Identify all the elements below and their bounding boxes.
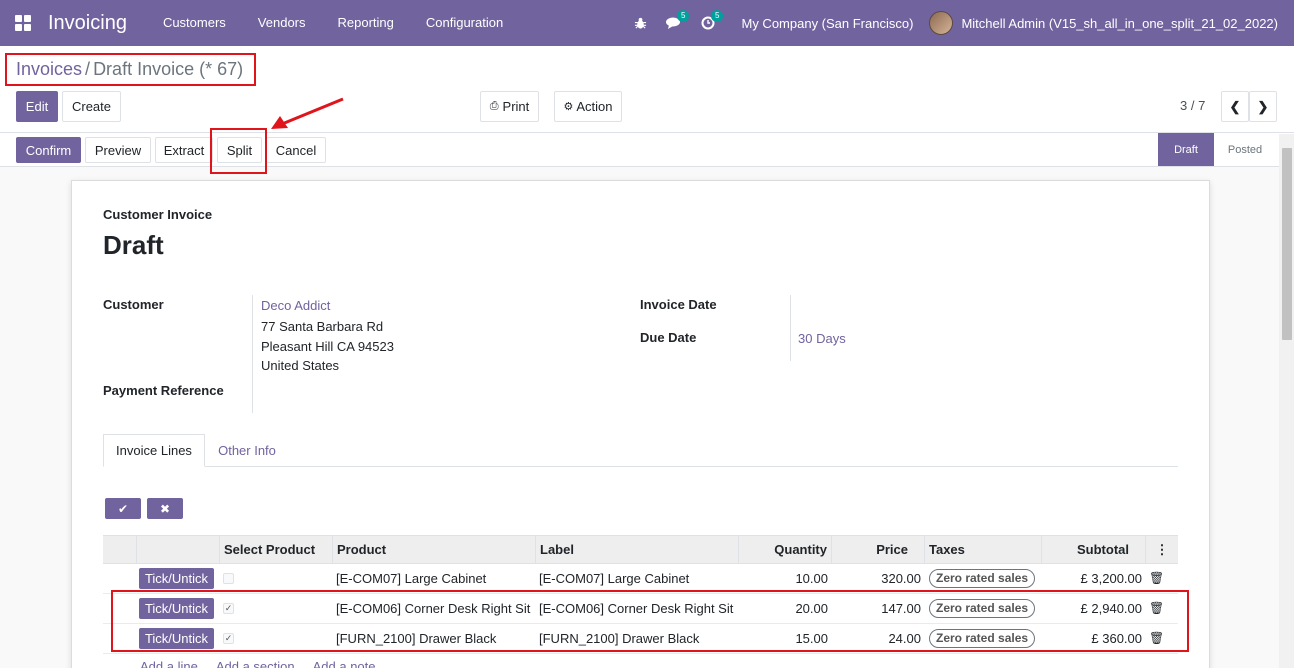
table-header: Select Product Product Label Quantity Pr… xyxy=(103,535,1178,564)
preview-button[interactable]: Preview xyxy=(85,137,151,163)
menu-customers[interactable]: Customers xyxy=(147,0,242,46)
due-date-value[interactable]: 30 Days xyxy=(798,331,846,346)
tab-other-info[interactable]: Other Info xyxy=(205,434,289,467)
print-icon: ⎙ xyxy=(489,100,499,112)
close-icon: ✖ xyxy=(159,501,171,516)
customer-address-line2: Pleasant Hill CA 94523 xyxy=(261,339,394,354)
messages-badge: 5 xyxy=(677,10,690,22)
invoice-title: Draft xyxy=(103,230,164,260)
add-links: Add a line Add a section Add a note xyxy=(140,659,394,668)
header-subtotal[interactable]: Subtotal xyxy=(1042,536,1146,564)
select-product-checkbox[interactable] xyxy=(223,573,234,584)
tick-untick-button[interactable]: Tick/Untick xyxy=(139,568,214,589)
clock-icon[interactable]: 5 xyxy=(691,0,725,46)
header-product[interactable]: Product xyxy=(333,536,536,564)
header-select-product[interactable]: Select Product xyxy=(220,536,333,564)
tax-tag[interactable]: Zero rated sales xyxy=(929,569,1036,588)
select-all-button[interactable]: ✔ xyxy=(105,498,141,519)
quantity-cell[interactable]: 10.00 xyxy=(739,564,828,593)
tab-invoice-lines[interactable]: Invoice Lines xyxy=(103,434,205,467)
header-tick xyxy=(137,536,220,564)
chevron-right-icon: ❯ xyxy=(1257,98,1269,114)
bug-icon[interactable] xyxy=(623,0,657,46)
field-divider xyxy=(252,295,253,413)
menu-reporting[interactable]: Reporting xyxy=(322,0,410,46)
user-menu[interactable]: Mitchell Admin (V15_sh_all_in_one_split_… xyxy=(961,16,1294,31)
chat-icon[interactable]: 5 xyxy=(657,0,691,46)
confirm-button[interactable]: Confirm xyxy=(16,137,81,163)
payment-reference-label: Payment Reference xyxy=(103,383,224,398)
activities-badge: 5 xyxy=(711,10,724,22)
header-handle xyxy=(103,536,137,564)
price-cell[interactable]: 320.00 xyxy=(832,564,921,593)
annotation-breadcrumb-box xyxy=(5,53,256,86)
invoice-date-label: Invoice Date xyxy=(640,297,717,312)
company-switcher[interactable]: My Company (San Francisco) xyxy=(725,16,929,31)
pager-next-button[interactable]: ❯ xyxy=(1249,91,1277,122)
column-options-icon[interactable]: ⋮ xyxy=(1146,536,1178,564)
stage-posted[interactable]: Posted xyxy=(1216,133,1274,166)
menu-configuration[interactable]: Configuration xyxy=(410,0,519,46)
check-icon: ✔ xyxy=(117,501,129,516)
pager-previous-button[interactable]: ❮ xyxy=(1221,91,1249,122)
unselect-all-button[interactable]: ✖ xyxy=(147,498,183,519)
chevron-left-icon: ❮ xyxy=(1229,98,1241,114)
header-quantity[interactable]: Quantity xyxy=(739,536,832,564)
add-line-link[interactable]: Add a line xyxy=(140,659,198,668)
pager-value[interactable]: 3 / 7 xyxy=(1180,98,1205,113)
customer-link[interactable]: Deco Addict xyxy=(261,298,330,313)
avatar[interactable] xyxy=(929,11,954,35)
customer-address-line3: United States xyxy=(261,358,340,373)
create-button[interactable]: Create xyxy=(62,91,121,122)
customer-label: Customer xyxy=(103,297,164,312)
annotation-arrow-icon xyxy=(271,97,344,129)
scrollbar-thumb[interactable] xyxy=(1282,148,1292,340)
customer-address-line1: 77 Santa Barbara Rd xyxy=(261,319,384,334)
trash-icon[interactable]: 🗑 xyxy=(1149,564,1164,593)
annotation-split-box xyxy=(210,128,267,174)
add-section-link[interactable]: Add a section xyxy=(216,659,295,668)
field-divider xyxy=(790,295,791,361)
top-navbar: Invoicing Customers Vendors Reporting Co… xyxy=(0,0,1294,46)
app-name[interactable]: Invoicing xyxy=(48,12,127,35)
header-label[interactable]: Label xyxy=(536,536,739,564)
gear-icon: ⚙ xyxy=(563,101,574,113)
action-label: Action xyxy=(576,99,613,114)
annotation-rows-box xyxy=(111,590,1189,652)
extract-button[interactable]: Extract xyxy=(155,137,213,163)
due-date-label: Due Date xyxy=(640,330,697,345)
stage-arrow xyxy=(1204,133,1214,165)
invoice-type-label: Customer Invoice xyxy=(103,207,213,222)
header-price[interactable]: Price xyxy=(832,536,925,564)
product-cell[interactable]: [E-COM07] Large Cabinet xyxy=(336,564,536,593)
header-taxes[interactable]: Taxes xyxy=(925,536,1042,564)
add-note-link[interactable]: Add a note xyxy=(313,659,376,668)
label-cell[interactable]: [E-COM07] Large Cabinet xyxy=(539,564,739,593)
action-button[interactable]: ⚙ Action xyxy=(554,91,622,122)
edit-button[interactable]: Edit xyxy=(16,91,58,122)
print-label: Print xyxy=(502,99,530,114)
print-button[interactable]: ⎙ Print xyxy=(480,91,539,122)
subtotal-cell: £ 3,200.00 xyxy=(1080,571,1142,586)
status-bar: Confirm Preview Extract Split Cancel Dra… xyxy=(0,133,1294,167)
menu-vendors[interactable]: Vendors xyxy=(242,0,322,46)
apps-grid-icon[interactable] xyxy=(0,0,46,46)
cancel-button[interactable]: Cancel xyxy=(266,137,326,163)
